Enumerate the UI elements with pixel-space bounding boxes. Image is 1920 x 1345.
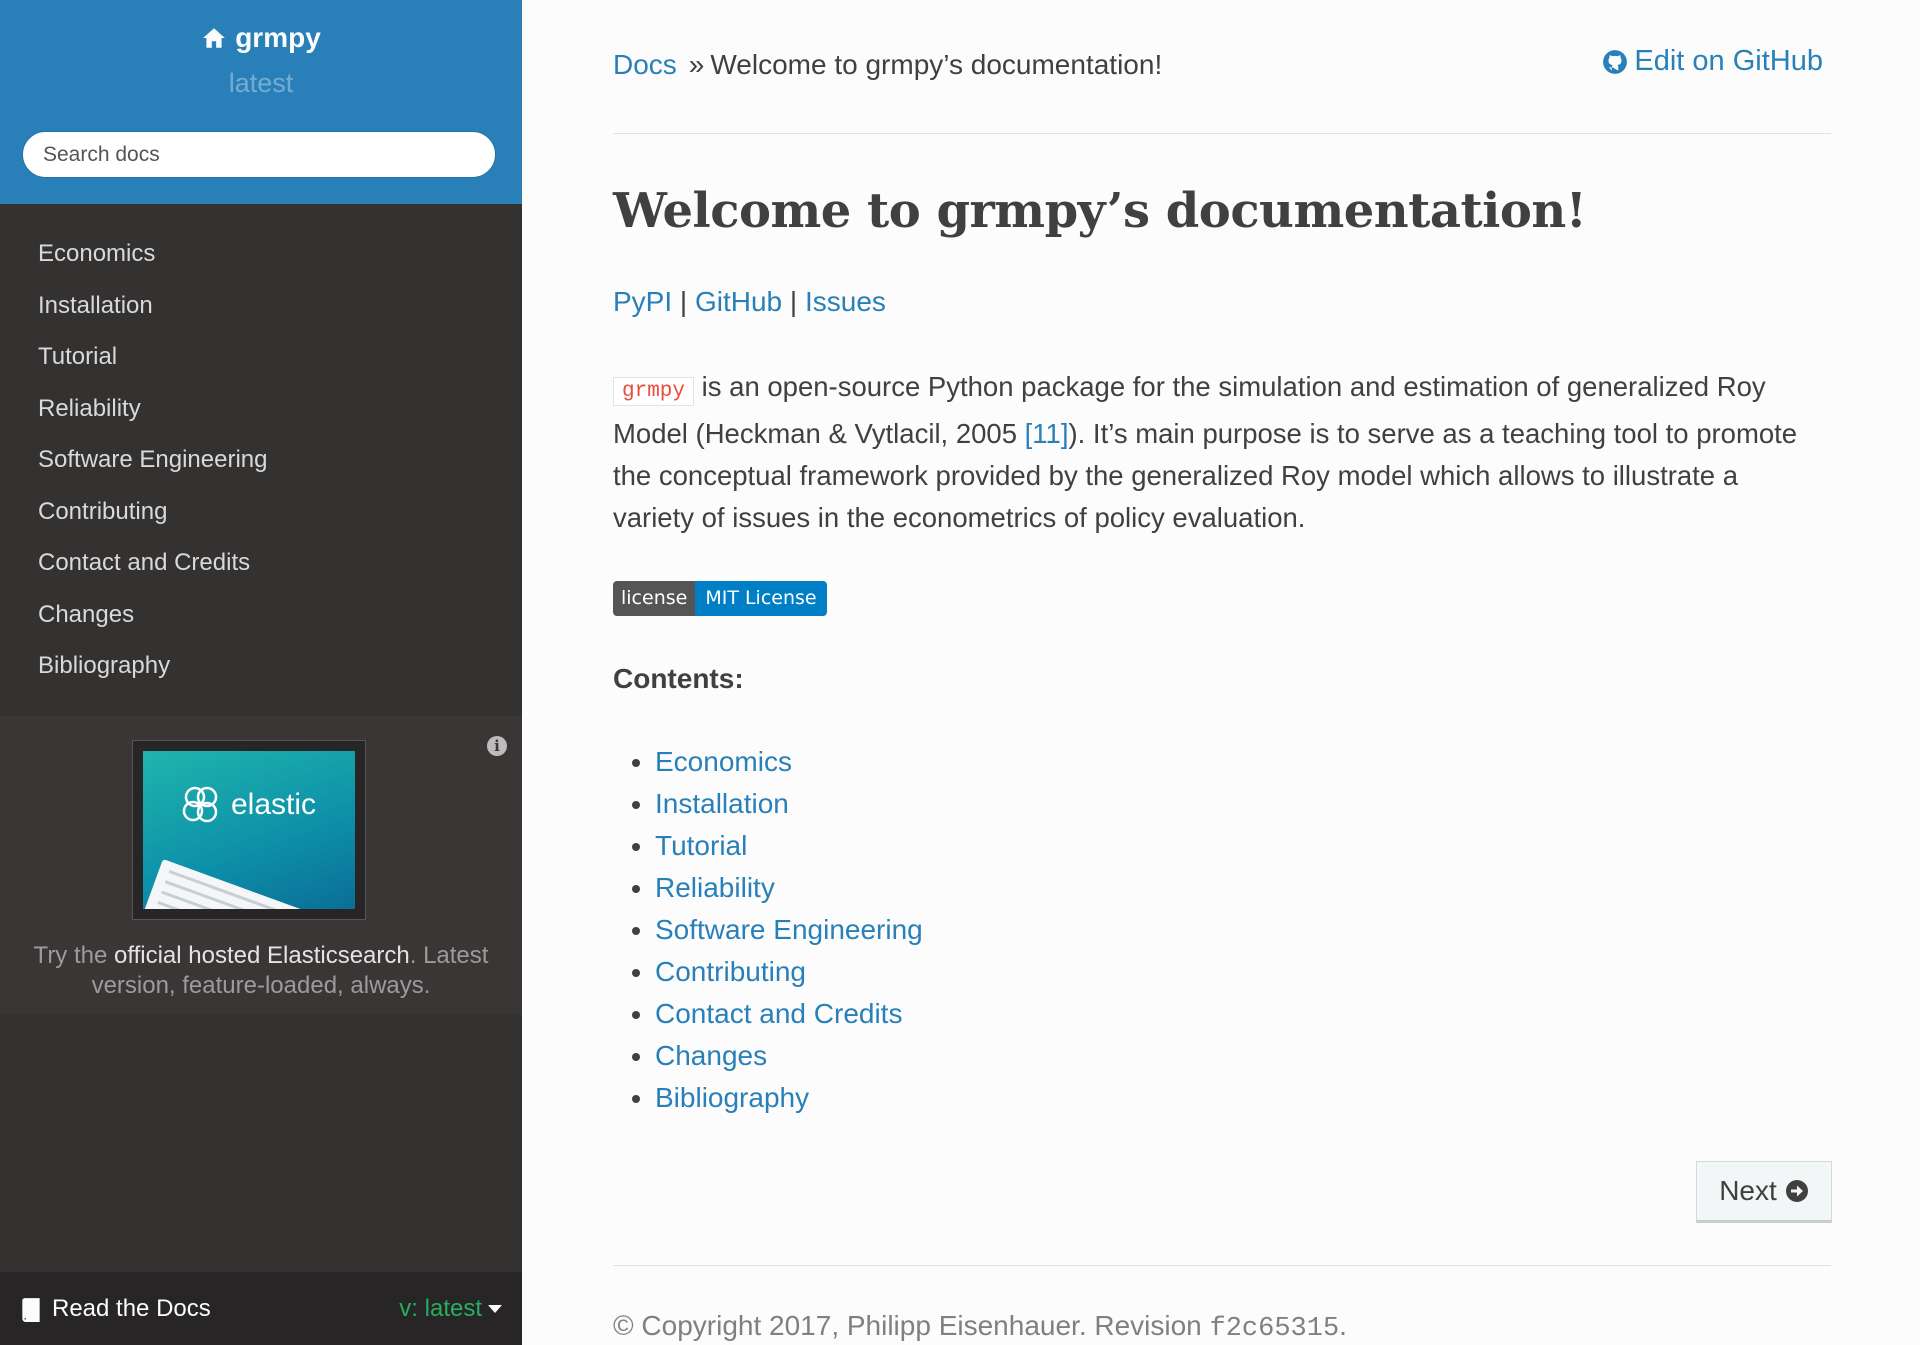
toc-link-reliability[interactable]: Reliability (655, 872, 775, 903)
sidebar-nav: Economics Installation Tutorial Reliabil… (0, 204, 522, 692)
rtd-footer[interactable]: Read the Docs v: latest (0, 1272, 522, 1345)
main-content: Docs» Welcome to grmpy’s documentation! E… (613, 0, 1832, 1344)
page-title: Welcome to grmpy’s documentation! (613, 183, 1587, 239)
copyright: © Copyright 2017, Philipp Eisenhauer. Re… (613, 1310, 1347, 1344)
ad-text: Try the official hosted Elasticsearch. L… (20, 941, 502, 1001)
breadcrumb-trail: Docs » Welcome to grmpy’s documentation! (613, 49, 1162, 81)
sidebar: grmpy latest Economics Installation Tuto… (0, 0, 522, 1345)
toc-list: Economics Installation Tutorial Reliabil… (613, 741, 923, 1119)
ad-image-frame[interactable]: elastic (132, 740, 366, 920)
link-separator: | (679, 286, 688, 317)
sidebar-item-changes[interactable]: Changes (0, 589, 522, 641)
ad-image: elastic (143, 751, 355, 909)
edit-on-github-label: Edit on GitHub (1634, 45, 1823, 77)
toc-link-changes[interactable]: Changes (655, 1040, 767, 1071)
elastic-logo-icon (182, 786, 218, 823)
list-item: Contact and Credits (655, 993, 923, 1035)
elastic-logo-text: elastic (231, 788, 317, 821)
sidebar-item-reliability[interactable]: Reliability (0, 383, 522, 435)
toc-link-contact-and-credits[interactable]: Contact and Credits (655, 998, 902, 1029)
list-item: Installation (655, 783, 923, 825)
list-item: Economics (655, 741, 923, 783)
contents-heading: Contents: (613, 663, 744, 694)
sidebar-item-bibliography[interactable]: Bibliography (0, 640, 522, 692)
version-label: latest (228, 68, 294, 98)
copyright-text: © Copyright 2017, Philipp Eisenhauer. Re… (613, 1310, 1210, 1341)
arrow-circle-right-icon (1785, 1180, 1808, 1202)
toc-link-installation[interactable]: Installation (655, 788, 789, 819)
sidebar-item-contributing[interactable]: Contributing (0, 486, 522, 538)
toc-link-contributing[interactable]: Contributing (655, 956, 806, 987)
list-item: Software Engineering (655, 909, 923, 951)
link-separator: | (789, 286, 798, 317)
sponsor-ad: i elastic Try the official hosted Elasti… (0, 716, 522, 1014)
search-input[interactable] (22, 131, 496, 178)
rtd-brand: Read the Docs (18, 1295, 211, 1323)
github-icon (1603, 49, 1628, 74)
project-links: PyPI | GitHub | Issues (613, 286, 886, 318)
sidebar-item-tutorial[interactable]: Tutorial (0, 331, 522, 383)
pypi-link[interactable]: PyPI (613, 286, 672, 317)
project-name: grmpy (235, 22, 321, 53)
sidebar-item-software-engineering[interactable]: Software Engineering (0, 434, 522, 486)
license-badge[interactable]: license MIT License (613, 581, 827, 616)
caret-down-icon (488, 1304, 502, 1313)
home-icon (203, 28, 226, 48)
edit-on-github-link[interactable]: Edit on GitHub (1602, 45, 1823, 78)
book-icon (22, 1297, 40, 1322)
copyright-end: . (1339, 1310, 1347, 1341)
issues-link[interactable]: Issues (805, 286, 886, 317)
version-selector[interactable]: v: latest (399, 1295, 502, 1323)
sidebar-item-installation[interactable]: Installation (0, 280, 522, 332)
project-home-link[interactable]: grmpy (0, 0, 522, 54)
package-code: grmpy (613, 377, 695, 406)
next-button-label: Next (1719, 1175, 1777, 1206)
toc-link-economics[interactable]: Economics (655, 746, 792, 777)
toc-link-bibliography[interactable]: Bibliography (655, 1082, 809, 1113)
sidebar-header: grmpy latest (0, 0, 522, 204)
citation-link[interactable]: [11] (1025, 418, 1069, 449)
license-badge-left: license (613, 581, 696, 616)
ad-link[interactable]: official hosted Elasticsearch (114, 942, 410, 969)
breadcrumb-docs-link[interactable]: Docs (613, 49, 677, 80)
list-item: Changes (655, 1035, 923, 1077)
rtd-label: Read the Docs (52, 1294, 211, 1322)
license-badge-right: MIT License (695, 581, 827, 616)
footer-divider (613, 1265, 1831, 1266)
list-item: Tutorial (655, 825, 923, 867)
elastic-logo: elastic (177, 781, 316, 829)
list-item: Contributing (655, 951, 923, 993)
breadcrumb-current: Welcome to grmpy’s documentation! (710, 49, 1163, 80)
sidebar-item-contact-and-credits[interactable]: Contact and Credits (0, 537, 522, 589)
toc-link-software-engineering[interactable]: Software Engineering (655, 914, 923, 945)
next-button[interactable]: Next (1696, 1161, 1832, 1223)
toc-link-tutorial[interactable]: Tutorial (655, 830, 747, 861)
sidebar-item-economics[interactable]: Economics (0, 228, 522, 280)
intro-paragraph: grmpy is an open-source Python package f… (613, 366, 1813, 539)
github-link[interactable]: GitHub (695, 286, 782, 317)
ad-text-pre: Try the (33, 942, 115, 969)
breadcrumb: Docs » Welcome to grmpy’s documentation! E… (613, 0, 1831, 134)
list-item: Reliability (655, 867, 923, 909)
revision-hash: f2c65315 (1209, 1314, 1340, 1344)
list-item: Bibliography (655, 1077, 923, 1119)
breadcrumb-separator: » (688, 49, 705, 80)
info-icon[interactable]: i (487, 736, 507, 756)
ad-screenshot-graphic (143, 859, 355, 909)
version-selector-label: v: latest (399, 1294, 482, 1322)
